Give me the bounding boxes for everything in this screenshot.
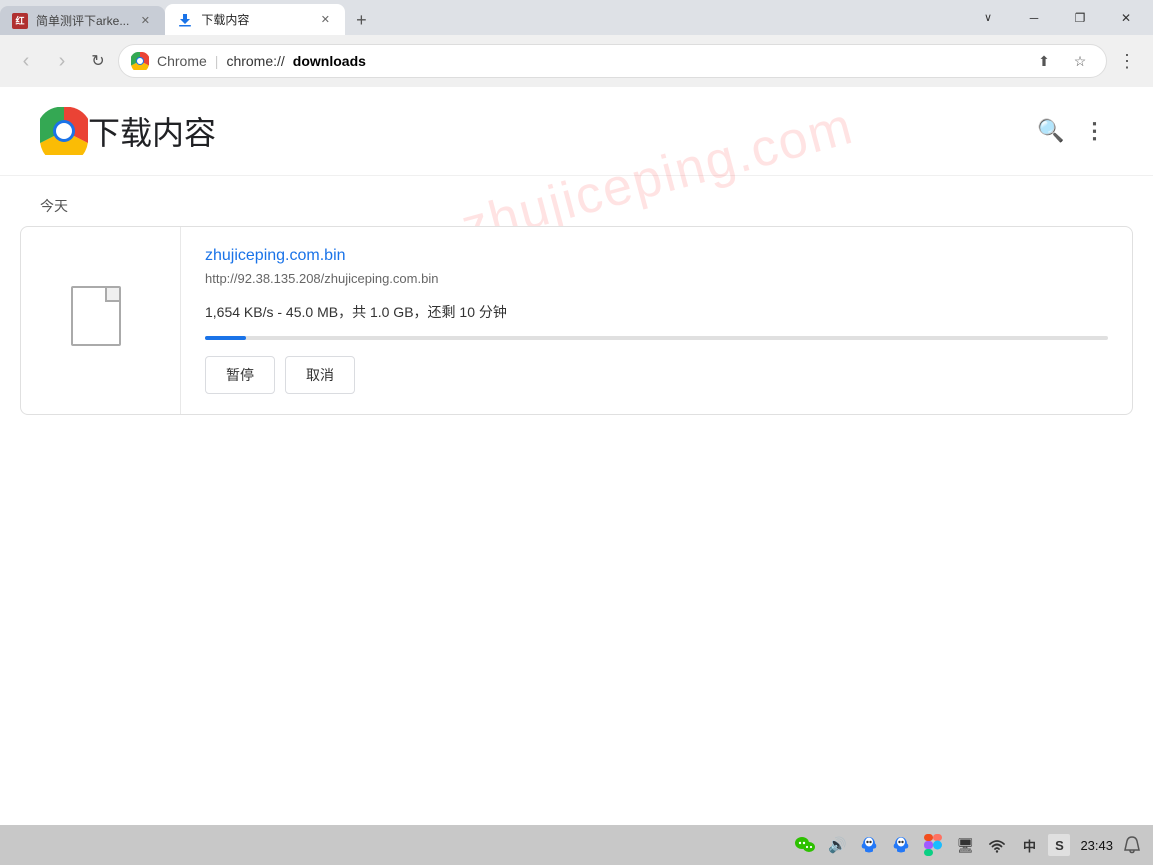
download-actions: 暂停 取消 <box>205 356 1108 394</box>
wechat-icon[interactable] <box>792 832 818 858</box>
file-icon <box>71 286 131 356</box>
pause-button[interactable]: 暂停 <box>205 356 275 394</box>
taskbar: 🔊 <box>0 825 1153 865</box>
header-actions: 🔍 ⋮ <box>1033 113 1113 149</box>
address-url-path: downloads <box>293 53 366 69</box>
ime-icon[interactable]: S <box>1048 834 1070 856</box>
tab-chevron-button[interactable]: ∨ <box>965 0 1011 35</box>
share-button[interactable]: ⬆ <box>1030 47 1058 75</box>
address-url-protocol: chrome:// <box>226 53 284 69</box>
download-filename[interactable]: zhujiceping.com.bin <box>205 247 1108 265</box>
taskbar-time: 23:43 <box>1080 838 1113 853</box>
download-card: zhujiceping.com.bin http://92.38.135.208… <box>20 226 1133 415</box>
tab-favicon-download <box>177 12 193 28</box>
chrome-logo-large <box>40 107 88 155</box>
lang-icon[interactable]: 中 <box>1016 832 1042 858</box>
page-title: 下载内容 <box>88 108 216 154</box>
file-icon-shape <box>71 286 121 346</box>
tab-active-title: 下载内容 <box>201 11 309 28</box>
tab-active[interactable]: 下载内容 ✕ <box>165 4 345 35</box>
window-controls: ─ ❐ ✕ <box>1011 0 1153 35</box>
new-tab-button[interactable]: + <box>345 6 377 35</box>
download-stats: 1,654 KB/s - 45.0 MB，共 1.0 GB，还剩 10 分钟 <box>205 302 1108 322</box>
download-url: http://92.38.135.208/zhujiceping.com.bin <box>205 271 1108 286</box>
title-bar: 红 简单测评下arke... ✕ 下载内容 ✕ + ∨ ─ ❐ ✕ <box>0 0 1153 35</box>
address-bar[interactable]: Chrome | chrome:// downloads ⬆ ☆ <box>118 44 1107 78</box>
tab-inactive-close[interactable]: ✕ <box>137 13 153 29</box>
cancel-button[interactable]: 取消 <box>285 356 355 394</box>
page-content: 下载内容 🔍 ⋮ zhujiceping.com 今天 zhujiceping.… <box>0 87 1153 825</box>
address-bar-area: ‹ › ↻ Chrome | chrome:// downloads ⬆ ☆ ⋮ <box>0 35 1153 87</box>
qq1-icon[interactable] <box>856 832 882 858</box>
restore-button[interactable]: ❐ <box>1057 0 1103 35</box>
screen-icon[interactable]: 🖥 <box>952 832 978 858</box>
notification-button[interactable] <box>1119 832 1145 858</box>
browser-menu-button[interactable]: ⋮ <box>1111 45 1143 77</box>
page-menu-button[interactable]: ⋮ <box>1077 113 1113 149</box>
minimize-button[interactable]: ─ <box>1011 0 1057 35</box>
search-button[interactable]: 🔍 <box>1033 113 1069 149</box>
wifi-icon[interactable] <box>984 832 1010 858</box>
file-icon-corner <box>105 288 119 302</box>
tab-favicon-inactive: 红 <box>12 13 28 29</box>
download-info: zhujiceping.com.bin http://92.38.135.208… <box>181 227 1132 414</box>
qq2-icon[interactable] <box>888 832 914 858</box>
reload-button[interactable]: ↻ <box>82 45 114 77</box>
tab-active-close[interactable]: ✕ <box>317 12 333 28</box>
close-button[interactable]: ✕ <box>1103 0 1149 35</box>
bookmark-button[interactable]: ☆ <box>1066 47 1094 75</box>
download-icon-area <box>21 227 181 414</box>
address-chrome-label: Chrome <box>157 53 207 69</box>
progress-bar-fill <box>205 336 246 340</box>
title-bar-spacer <box>377 0 965 35</box>
address-divider: | <box>215 53 219 69</box>
forward-button[interactable]: › <box>46 45 78 77</box>
volume-icon[interactable]: 🔊 <box>824 832 850 858</box>
today-label: 今天 <box>0 176 1153 226</box>
chrome-icon <box>131 52 149 70</box>
back-button[interactable]: ‹ <box>10 45 42 77</box>
downloads-header: 下载内容 🔍 ⋮ <box>0 87 1153 176</box>
tab-inactive[interactable]: 红 简单测评下arke... ✕ <box>0 6 165 35</box>
figma-icon[interactable] <box>920 832 946 858</box>
tab-inactive-title: 简单测评下arke... <box>36 12 129 29</box>
progress-bar-container <box>205 336 1108 340</box>
